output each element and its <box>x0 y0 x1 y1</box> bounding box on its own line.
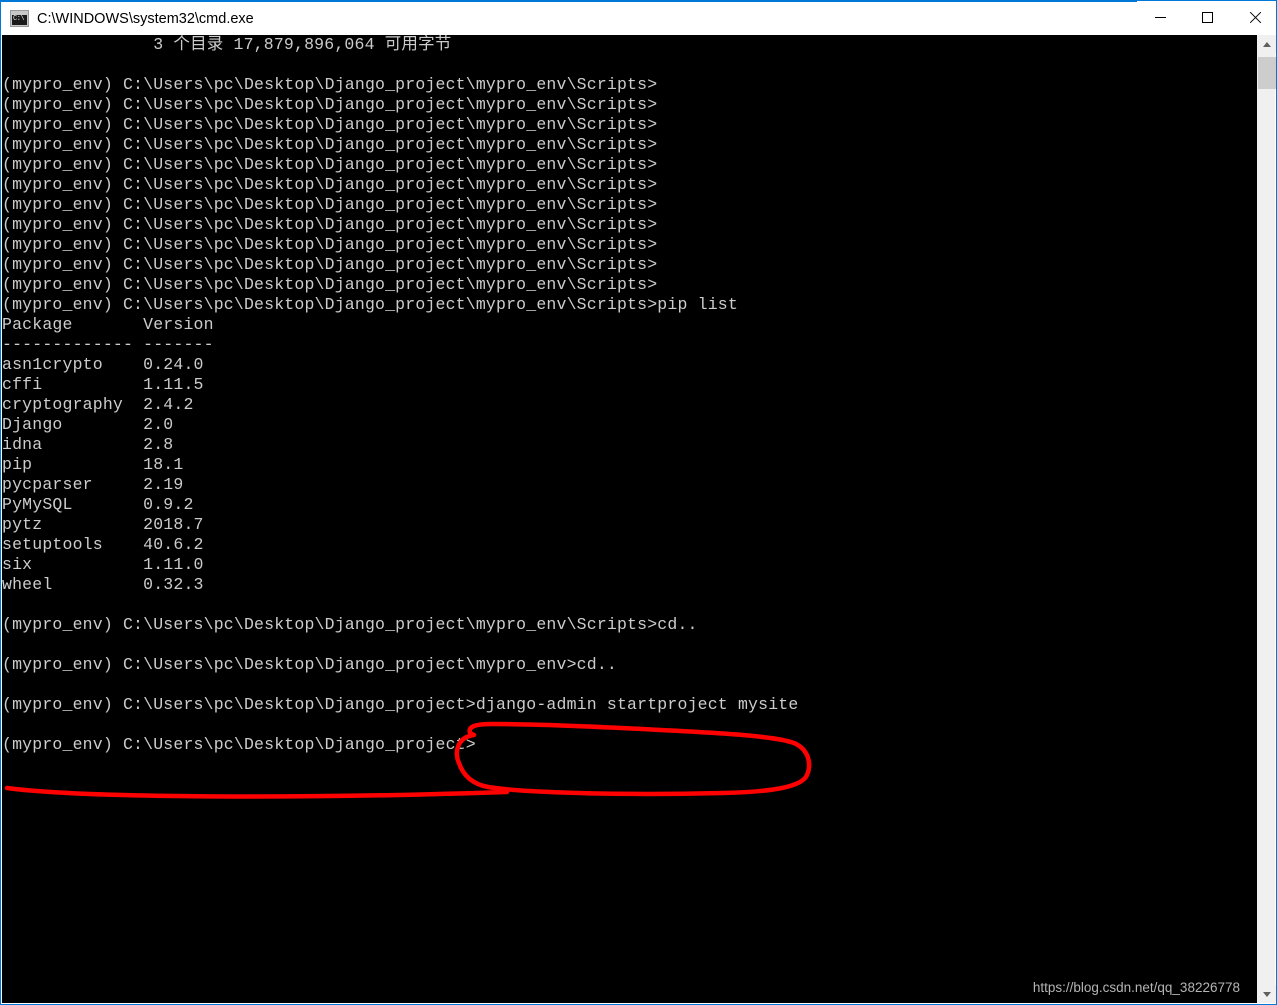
terminal-line: (mypro_env) C:\Users\pc\Desktop\Django_p… <box>2 115 658 134</box>
minimize-button[interactable] <box>1137 1 1184 34</box>
terminal-line: idna 2.8 <box>2 435 174 454</box>
maximize-button[interactable] <box>1184 1 1231 34</box>
terminal-line: (mypro_env) C:\Users\pc\Desktop\Django_p… <box>2 155 658 174</box>
terminal-line: (mypro_env) C:\Users\pc\Desktop\Django_p… <box>2 735 476 754</box>
terminal-line: cffi 1.11.5 <box>2 375 204 394</box>
terminal-line: (mypro_env) C:\Users\pc\Desktop\Django_p… <box>2 195 658 214</box>
terminal-line: (mypro_env) C:\Users\pc\Desktop\Django_p… <box>2 255 658 274</box>
terminal-line: (mypro_env) C:\Users\pc\Desktop\Django_p… <box>2 215 658 234</box>
terminal-line: wheel 0.32.3 <box>2 575 204 594</box>
scrollbar-thumb[interactable] <box>1258 57 1276 89</box>
terminal-line: (mypro_env) C:\Users\pc\Desktop\Django_p… <box>2 95 658 114</box>
terminal-line: (mypro_env) C:\Users\pc\Desktop\Django_p… <box>2 135 658 154</box>
terminal-line: cryptography 2.4.2 <box>2 395 194 414</box>
window-controls <box>1137 1 1276 36</box>
terminal-line: Django 2.0 <box>2 415 174 434</box>
terminal-line: (mypro_env) C:\Users\pc\Desktop\Django_p… <box>2 295 738 314</box>
cmd-window: C:\WINDOWS\system32\cmd.exe 3 个目录 17,879… <box>0 0 1277 1005</box>
close-icon <box>1248 11 1261 24</box>
terminal-line: (mypro_env) C:\Users\pc\Desktop\Django_p… <box>2 175 658 194</box>
terminal-line: six 1.11.0 <box>2 555 204 574</box>
cmd-icon[interactable] <box>10 10 29 27</box>
terminal-line: (mypro_env) C:\Users\pc\Desktop\Django_p… <box>2 695 799 714</box>
terminal-line: (mypro_env) C:\Users\pc\Desktop\Django_p… <box>2 75 658 94</box>
title-bar-left: C:\WINDOWS\system32\cmd.exe <box>1 10 1137 27</box>
terminal-line: setuptools 40.6.2 <box>2 535 204 554</box>
terminal-line: ------------- ------- <box>2 335 214 354</box>
close-button[interactable] <box>1231 1 1276 34</box>
terminal-text: 3 个目录 17,879,896,064 可用字节 (mypro_env) C:… <box>2 35 798 755</box>
scroll-down-button[interactable] <box>1258 985 1276 1003</box>
vertical-scrollbar[interactable] <box>1257 35 1276 1003</box>
terminal-line: pytz 2018.7 <box>2 515 204 534</box>
terminal-line: (mypro_env) C:\Users\pc\Desktop\Django_p… <box>2 655 617 674</box>
minimize-icon <box>1155 17 1166 18</box>
window-title: C:\WINDOWS\system32\cmd.exe <box>37 10 254 27</box>
scroll-up-button[interactable] <box>1258 35 1276 53</box>
terminal-line: (mypro_env) C:\Users\pc\Desktop\Django_p… <box>2 615 698 634</box>
terminal-line: pycparser 2.19 <box>2 475 184 494</box>
terminal-line: (mypro_env) C:\Users\pc\Desktop\Django_p… <box>2 235 658 254</box>
terminal-line: Package Version <box>2 315 214 334</box>
console-output-area[interactable]: 3 个目录 17,879,896,064 可用字节 (mypro_env) C:… <box>2 35 1259 1003</box>
watermark-text: https://blog.csdn.net/qq_38226778 <box>1032 980 1240 995</box>
terminal-line: PyMySQL 0.9.2 <box>2 495 194 514</box>
terminal-line: 3 个目录 17,879,896,064 可用字节 <box>2 35 452 54</box>
title-bar[interactable]: C:\WINDOWS\system32\cmd.exe <box>1 0 1276 36</box>
chevron-down-icon <box>1263 991 1271 997</box>
chevron-up-icon <box>1263 41 1271 47</box>
terminal-line: (mypro_env) C:\Users\pc\Desktop\Django_p… <box>2 275 658 294</box>
terminal-line: pip 18.1 <box>2 455 184 474</box>
terminal-line: asn1crypto 0.24.0 <box>2 355 204 374</box>
maximize-icon <box>1202 12 1213 23</box>
